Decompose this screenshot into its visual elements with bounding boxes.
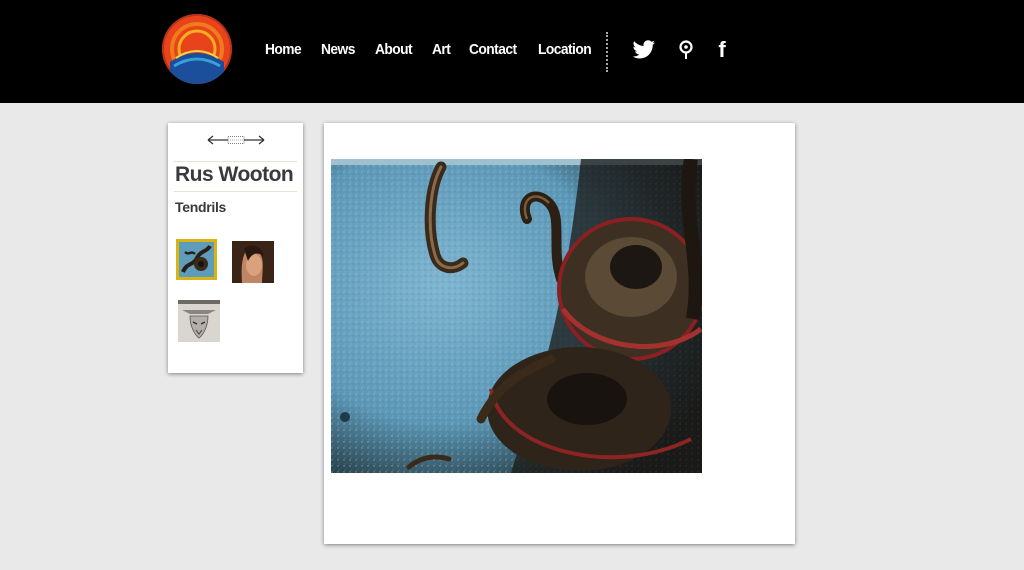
- nav-contact[interactable]: Contact: [469, 41, 517, 63]
- artwork-image[interactable]: [331, 159, 702, 473]
- artwork-title: Tendrils: [175, 199, 227, 215]
- divider: [174, 191, 297, 192]
- nav-home[interactable]: Home: [265, 41, 302, 63]
- divider: [174, 161, 297, 162]
- twitter-icon[interactable]: [631, 38, 657, 62]
- artwork-sidebar: Rus Wooton Tendrils: [168, 123, 303, 373]
- nav-news[interactable]: News: [321, 41, 355, 63]
- thumbnail-portrait[interactable]: [232, 241, 274, 283]
- nav-art[interactable]: Art: [432, 41, 451, 63]
- artist-name: Rus Wooton: [175, 163, 294, 186]
- thumbnail-tendrils[interactable]: [176, 239, 217, 280]
- site-header: Home News About Art Contact Location f: [0, 0, 1024, 103]
- facebook-icon[interactable]: f: [714, 37, 730, 62]
- thumbnail-skull[interactable]: [178, 300, 220, 342]
- site-logo[interactable]: [162, 14, 232, 84]
- nav-divider: [606, 32, 608, 72]
- location-pin-icon[interactable]: [677, 38, 695, 62]
- nav-about[interactable]: About: [375, 41, 413, 63]
- nav-location[interactable]: Location: [538, 41, 592, 63]
- artwork-panel: [324, 123, 795, 544]
- main-nav: Home News About Art Contact Location: [265, 41, 613, 63]
- prev-next-arrows[interactable]: [206, 133, 266, 147]
